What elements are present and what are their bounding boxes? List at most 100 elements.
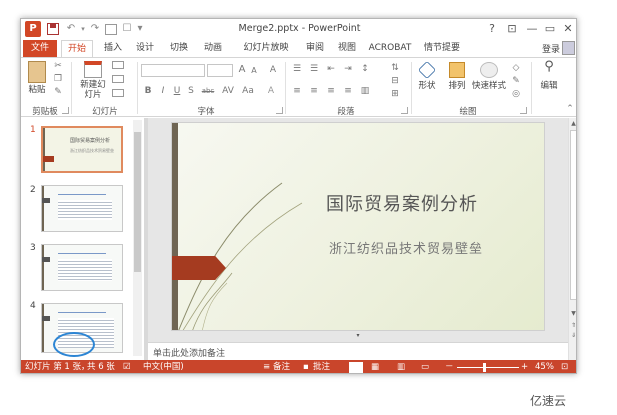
shape-effects-icon[interactable]: ◎	[510, 89, 522, 99]
avatar[interactable]	[562, 41, 575, 55]
reading-view-icon[interactable]: ▥	[397, 362, 405, 373]
thumbnail-slide-1[interactable]: 国际贸易案例分析 浙江纺织品技术贸易壁垒	[41, 126, 123, 173]
align-left-icon[interactable]: ≡	[290, 86, 304, 96]
quick-styles-button[interactable]: 快速样式	[471, 81, 507, 91]
grow-font-icon[interactable]: A	[237, 65, 247, 75]
text-direction-icon[interactable]: ⇅	[388, 63, 402, 73]
spellcheck-icon[interactable]: ☑	[123, 362, 131, 373]
tab-insert[interactable]: 插入	[99, 40, 127, 57]
paste-icon[interactable]	[28, 61, 46, 83]
tab-acrobat[interactable]: ACROBAT	[367, 40, 413, 57]
clear-formatting-icon[interactable]: A	[267, 65, 279, 75]
collapse-ribbon-icon[interactable]: ⌃	[565, 104, 575, 114]
tab-home[interactable]: 开始	[61, 40, 93, 57]
ribbon-display-options-icon[interactable]: ⊡	[503, 21, 521, 37]
align-center-icon[interactable]: ≡	[307, 86, 321, 96]
restore-icon[interactable]: ▭	[541, 21, 559, 37]
font-size-select[interactable]	[207, 64, 233, 77]
comments-button[interactable]: 批注	[313, 362, 330, 373]
slide-title[interactable]: 国际贸易案例分析	[262, 190, 542, 216]
new-slide-icon[interactable]	[84, 61, 102, 78]
help-icon[interactable]: ?	[483, 21, 501, 37]
language-indicator[interactable]: 中文(中国)	[143, 362, 184, 373]
scroll-down-icon[interactable]: ▼	[569, 310, 576, 318]
char-spacing-icon[interactable]: AV	[221, 86, 235, 96]
align-right-icon[interactable]: ≡	[324, 86, 338, 96]
tab-file[interactable]: 文件	[23, 40, 57, 57]
paste-button[interactable]: 粘贴	[24, 85, 50, 95]
tab-view[interactable]: 视图	[333, 40, 361, 57]
scrollbar-thumb[interactable]	[134, 132, 141, 272]
cut-icon[interactable]: ✂	[53, 61, 63, 71]
previous-slide-icon[interactable]: ⇑	[569, 322, 576, 330]
notes-button[interactable]: 备注	[273, 362, 290, 373]
quick-styles-icon[interactable]	[480, 62, 498, 78]
arrange-icon[interactable]	[449, 62, 465, 78]
font-launcher-icon[interactable]	[276, 107, 283, 114]
line-spacing-icon[interactable]: ↕	[358, 64, 372, 74]
format-painter-icon[interactable]: ✎	[53, 87, 63, 97]
pane-splitter[interactable]	[144, 118, 148, 360]
underline-button[interactable]: U	[172, 86, 182, 96]
arrange-button[interactable]: 排列	[443, 81, 471, 91]
zoom-out-button[interactable]: －	[445, 362, 454, 373]
next-slide-icon[interactable]: ⇓	[569, 332, 576, 340]
justify-icon[interactable]: ≡	[341, 86, 355, 96]
notes-icon[interactable]: ≡	[263, 362, 270, 373]
tab-storyboard[interactable]: 情节提要	[421, 40, 463, 57]
close-icon[interactable]: ✕	[559, 21, 576, 37]
copy-icon[interactable]: ❐	[53, 74, 63, 84]
columns-icon[interactable]: ▥	[358, 86, 372, 96]
notes-pane[interactable]: 单击此处添加备注	[148, 342, 568, 360]
minimize-icon[interactable]: —	[523, 21, 541, 37]
scroll-up-icon[interactable]: ▲	[569, 120, 576, 128]
font-name-select[interactable]	[141, 64, 205, 77]
shapes-icon[interactable]	[417, 60, 437, 80]
binoculars-icon[interactable]: ⚲	[540, 60, 558, 73]
decrease-indent-icon[interactable]: ⇤	[324, 64, 338, 74]
italic-button[interactable]: I	[158, 86, 168, 96]
zoom-slider-thumb[interactable]	[483, 363, 486, 372]
shadow-button[interactable]: S	[186, 86, 196, 96]
shape-fill-icon[interactable]: ◇	[510, 63, 522, 73]
bullets-icon[interactable]: ☰	[290, 64, 304, 74]
tab-design[interactable]: 设计	[131, 40, 159, 57]
shapes-button[interactable]: 形状	[413, 81, 441, 91]
new-slide-button[interactable]: 新建幻灯片	[77, 80, 109, 100]
fit-slide-icon[interactable]: ⊡	[561, 362, 568, 373]
strikethrough-button[interactable]: abc	[199, 86, 217, 96]
tab-animations[interactable]: 动画	[199, 40, 227, 57]
tab-review[interactable]: 审阅	[301, 40, 329, 57]
align-text-icon[interactable]: ⊟	[388, 76, 402, 86]
slide-sorter-icon[interactable]: ▦	[371, 362, 379, 373]
slide-canvas[interactable]: 国际贸易案例分析 浙江纺织品技术贸易壁垒	[171, 122, 545, 331]
slide-scrollbar[interactable]: ▲ ▼ ⇑ ⇓	[568, 118, 576, 360]
thumbnail-scrollbar[interactable]	[133, 120, 142, 356]
slideshow-icon[interactable]: ▭	[421, 362, 429, 373]
zoom-level[interactable]: 45%	[535, 362, 554, 373]
bold-button[interactable]: B	[143, 86, 153, 96]
notes-splitter[interactable]: ▾	[148, 332, 568, 342]
section-icon[interactable]	[112, 89, 124, 97]
slide-subtitle[interactable]: 浙江纺织品技术贸易壁垒	[276, 238, 536, 257]
paragraph-launcher-icon[interactable]	[401, 107, 408, 114]
layout-icon[interactable]	[112, 61, 124, 69]
shrink-font-icon[interactable]: A	[249, 66, 259, 76]
thumbnail-slide-2[interactable]	[41, 185, 123, 232]
shape-outline-icon[interactable]: ✎	[510, 76, 522, 86]
change-case-icon[interactable]: Aa	[241, 86, 255, 96]
reset-icon[interactable]	[112, 75, 124, 83]
comments-icon[interactable]: ▪	[303, 362, 309, 373]
drawing-launcher-icon[interactable]	[520, 107, 527, 114]
smartart-icon[interactable]: ⊞	[388, 89, 402, 99]
clipboard-launcher-icon[interactable]	[62, 107, 69, 114]
tab-slideshow[interactable]: 幻灯片放映	[235, 40, 297, 57]
zoom-slider-track[interactable]	[457, 367, 519, 368]
scrollbar-thumb[interactable]	[570, 130, 576, 300]
notes-placeholder[interactable]: 单击此处添加备注	[153, 346, 225, 359]
editing-button[interactable]: 编辑	[535, 81, 563, 91]
tab-transitions[interactable]: 切换	[165, 40, 193, 57]
font-color-icon[interactable]: A	[264, 86, 278, 96]
login-link[interactable]: 登录	[542, 42, 560, 55]
thumbnail-slide-3[interactable]	[41, 244, 123, 291]
